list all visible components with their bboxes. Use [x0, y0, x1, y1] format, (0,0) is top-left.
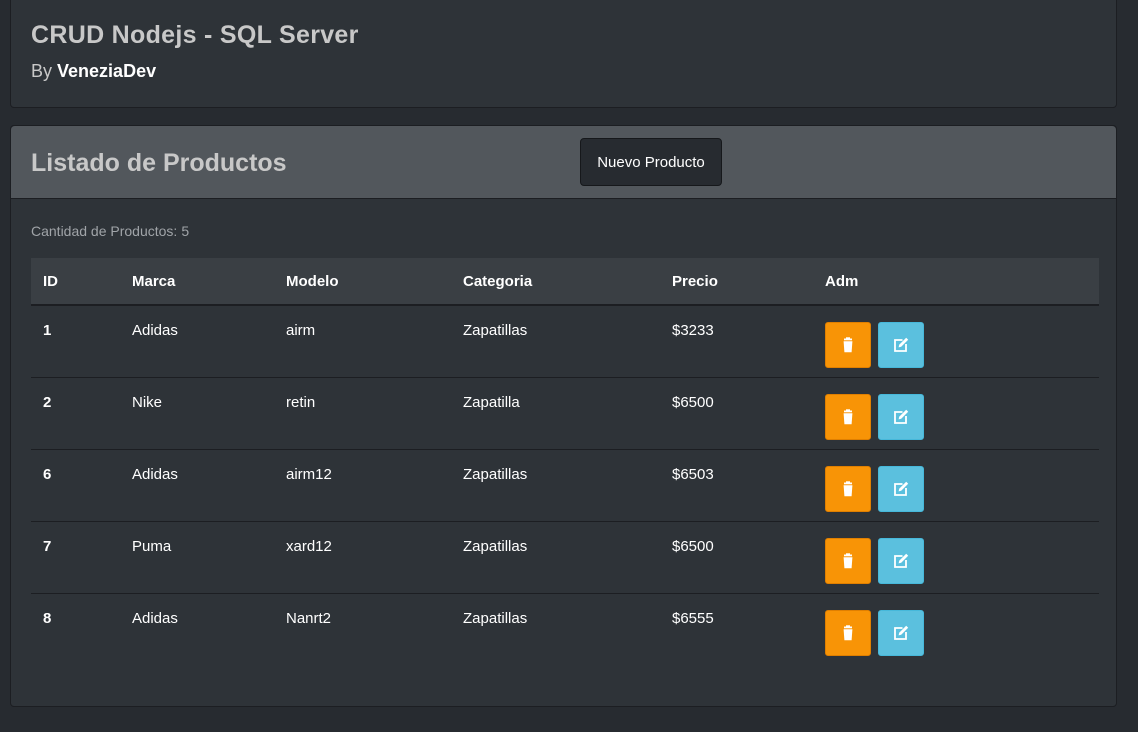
- edit-button[interactable]: [878, 322, 925, 368]
- product-count-value: 5: [181, 223, 190, 239]
- cell-adm: [813, 521, 1099, 594]
- product-count-label: Cantidad de Productos:: [31, 223, 178, 239]
- cell-marca: Nike: [120, 377, 274, 450]
- products-panel-heading: Listado de Productos Nuevo Producto: [11, 126, 1116, 199]
- new-product-button[interactable]: Nuevo Producto: [580, 138, 722, 186]
- cell-categoria: Zapatillas: [463, 609, 528, 627]
- trash-icon: [843, 408, 853, 424]
- edit-button[interactable]: [878, 609, 925, 656]
- byline-prefix: By: [31, 61, 53, 81]
- cell-adm: [813, 449, 1099, 522]
- column-header-adm: Adm: [813, 258, 1099, 306]
- byline: By VeneziaDev: [31, 61, 156, 82]
- product-count: Cantidad de Productos: 5: [31, 223, 189, 239]
- cell-adm: [813, 305, 1099, 378]
- column-header-id: ID: [31, 258, 120, 306]
- cell-modelo: xard12: [274, 521, 451, 594]
- cell-marca: Adidas: [132, 609, 178, 627]
- table-row: 1 Adidas airm Zapatillas $3233: [31, 305, 1099, 378]
- cell-id: 6: [31, 449, 120, 522]
- cell-adm: [813, 593, 1099, 665]
- edit-button[interactable]: [878, 537, 925, 584]
- cell-marca: Adidas: [120, 305, 274, 378]
- cell-modelo: airm12: [274, 449, 451, 522]
- column-header-categoria: Categoria: [451, 258, 660, 306]
- products-panel: Listado de Productos Nuevo Producto Cant…: [10, 125, 1117, 707]
- edit-button[interactable]: [878, 465, 925, 512]
- edit-icon: [894, 409, 909, 424]
- trash-icon: [843, 624, 853, 640]
- edit-icon: [894, 481, 909, 496]
- table-row: 7 Puma xard12 Zapatillas $6500: [31, 521, 1099, 594]
- app-title: CRUD Nodejs - SQL Server: [31, 21, 359, 49]
- delete-button[interactable]: [825, 393, 871, 440]
- delete-button[interactable]: [825, 609, 871, 656]
- edit-icon: [894, 337, 909, 352]
- cell-id: 1: [31, 305, 120, 378]
- trash-icon: [843, 480, 853, 496]
- table-header-row: ID Marca Modelo Categoria Precio Adm: [31, 258, 1099, 306]
- products-title: Listado de Productos: [31, 149, 287, 177]
- cell-categoria: Zapatillas: [451, 521, 660, 594]
- header-panel: CRUD Nodejs - SQL Server By VeneziaDev: [10, 0, 1117, 108]
- cell-adm: [813, 377, 1099, 450]
- column-header-modelo: Modelo: [274, 258, 451, 306]
- cell-categoria: Zapatillas: [451, 449, 660, 522]
- cell-precio: $6500: [660, 377, 813, 450]
- column-header-precio: Precio: [660, 258, 813, 306]
- delete-button[interactable]: [825, 537, 871, 584]
- delete-button[interactable]: [825, 322, 871, 368]
- cell-precio: $6503: [660, 449, 813, 522]
- trash-icon: [843, 552, 853, 568]
- edit-icon: [894, 553, 909, 568]
- table-row: 8 Adidas Nanrt2 Zapatillas $6555: [31, 593, 1099, 665]
- cell-precio: $6555: [672, 609, 714, 627]
- delete-button[interactable]: [825, 465, 871, 512]
- table-row: 6 Adidas airm12 Zapatillas $6503: [31, 449, 1099, 522]
- cell-id: 7: [31, 521, 120, 594]
- cell-modelo: retin: [274, 377, 451, 450]
- cell-modelo: airm: [274, 305, 451, 378]
- edit-icon: [894, 625, 909, 640]
- products-table: ID Marca Modelo Categoria Precio Adm 1 A…: [31, 258, 1099, 665]
- cell-precio: $3233: [660, 305, 813, 378]
- cell-categoria: Zapatillas: [451, 305, 660, 378]
- cell-marca: Adidas: [120, 449, 274, 522]
- products-table-body: 1 Adidas airm Zapatillas $3233 2 Nike re…: [31, 305, 1099, 665]
- cell-categoria: Zapatilla: [451, 377, 660, 450]
- cell-id: 2: [31, 377, 120, 450]
- author-name: VeneziaDev: [57, 61, 157, 81]
- cell-modelo: Nanrt2: [286, 609, 332, 627]
- trash-icon: [843, 337, 853, 353]
- cell-id: 8: [43, 609, 52, 627]
- table-row: 2 Nike retin Zapatilla $6500: [31, 377, 1099, 450]
- edit-button[interactable]: [878, 393, 925, 440]
- cell-marca: Puma: [120, 521, 274, 594]
- cell-precio: $6500: [660, 521, 813, 594]
- column-header-marca: Marca: [120, 258, 274, 306]
